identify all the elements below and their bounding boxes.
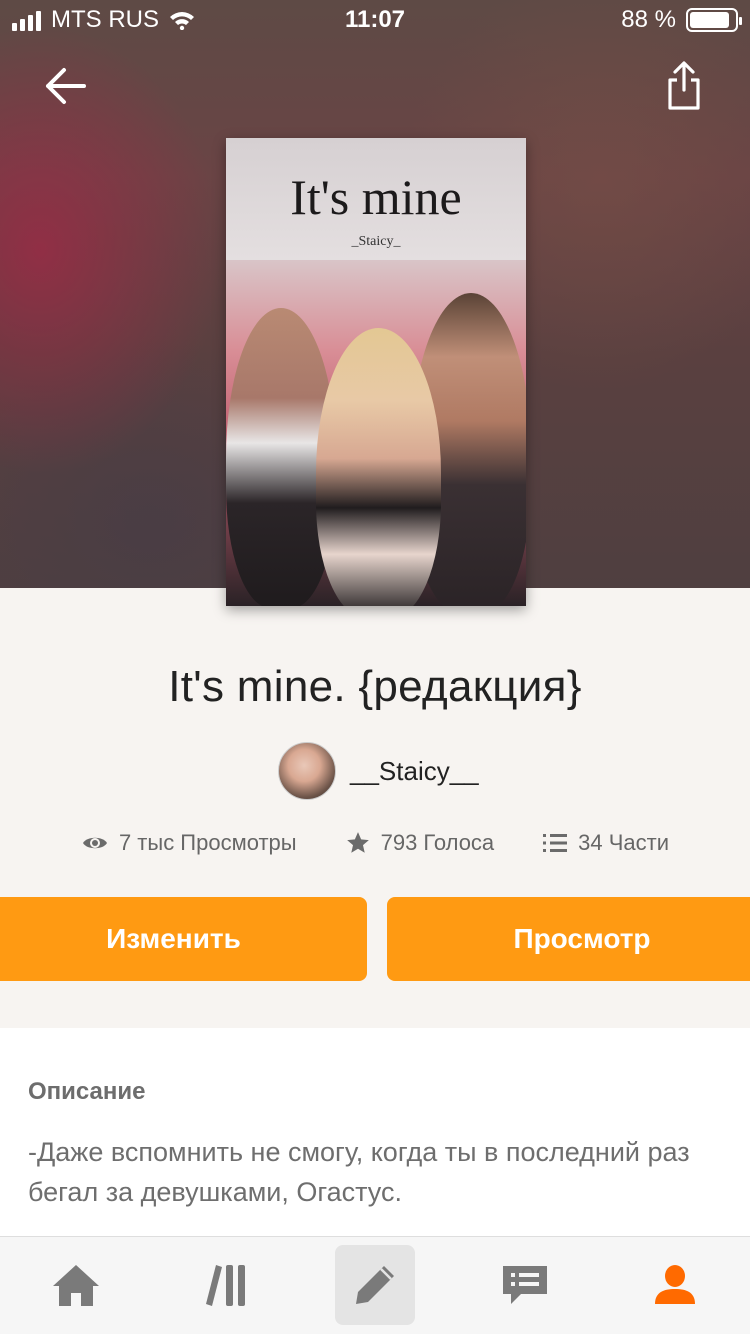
library-icon xyxy=(206,1265,245,1306)
cover-figure-center xyxy=(316,328,441,606)
share-button[interactable] xyxy=(654,56,714,116)
profile-icon xyxy=(655,1265,695,1304)
stat-views: 7 тыс Просмотры xyxy=(81,830,297,856)
stat-parts: 34 Части xyxy=(542,830,669,856)
status-bar: MTS RUS 11:07 88 % xyxy=(0,0,750,42)
share-icon xyxy=(668,61,700,110)
cover-author: _Staicy_ xyxy=(351,234,401,249)
write-icon xyxy=(356,1266,394,1304)
star-icon xyxy=(346,832,369,853)
preview-button[interactable]: Просмотр xyxy=(387,897,750,981)
back-arrow-icon xyxy=(46,68,86,104)
tab-messages[interactable] xyxy=(485,1245,565,1325)
eye-icon xyxy=(82,837,107,849)
tab-bar xyxy=(0,1236,750,1334)
messages-icon xyxy=(503,1266,547,1304)
home-icon xyxy=(53,1265,99,1306)
back-button[interactable] xyxy=(34,56,94,116)
book-cover[interactable]: It's mine _Staicy_ xyxy=(226,138,526,606)
battery-fill xyxy=(690,12,729,28)
battery-icon xyxy=(686,8,742,32)
parts-count: 34 Части xyxy=(578,830,670,855)
tab-profile[interactable] xyxy=(635,1245,715,1325)
battery-percent: 88 % xyxy=(621,6,676,33)
cover-title: It's mine xyxy=(290,169,462,225)
story-stats: 7 тыс Просмотры 793 Голоса 34 Части xyxy=(0,830,750,856)
tab-home[interactable] xyxy=(36,1245,116,1325)
views-count: 7 тыс Просмотры xyxy=(118,830,297,855)
edit-button[interactable]: Изменить xyxy=(0,897,367,981)
status-right: 88 % xyxy=(621,6,742,34)
votes-count: 793 Голоса xyxy=(380,830,495,855)
stat-votes: 793 Голоса xyxy=(345,830,495,856)
description-text: -Даже вспомнить не смогу, когда ты в пос… xyxy=(28,1137,690,1207)
description-heading: Описание xyxy=(28,1078,146,1105)
author-name[interactable]: __Staicy__ xyxy=(350,756,479,787)
tab-write[interactable] xyxy=(335,1245,415,1325)
description-card: Описание -Даже вспомнить не смогу, когда… xyxy=(0,1028,750,1238)
author-avatar[interactable] xyxy=(278,742,336,800)
story-title: It's mine. {редакция} xyxy=(168,662,582,711)
tab-library[interactable] xyxy=(186,1245,266,1325)
list-icon xyxy=(543,834,568,852)
author-row[interactable]: __Staicy__ xyxy=(278,742,479,800)
